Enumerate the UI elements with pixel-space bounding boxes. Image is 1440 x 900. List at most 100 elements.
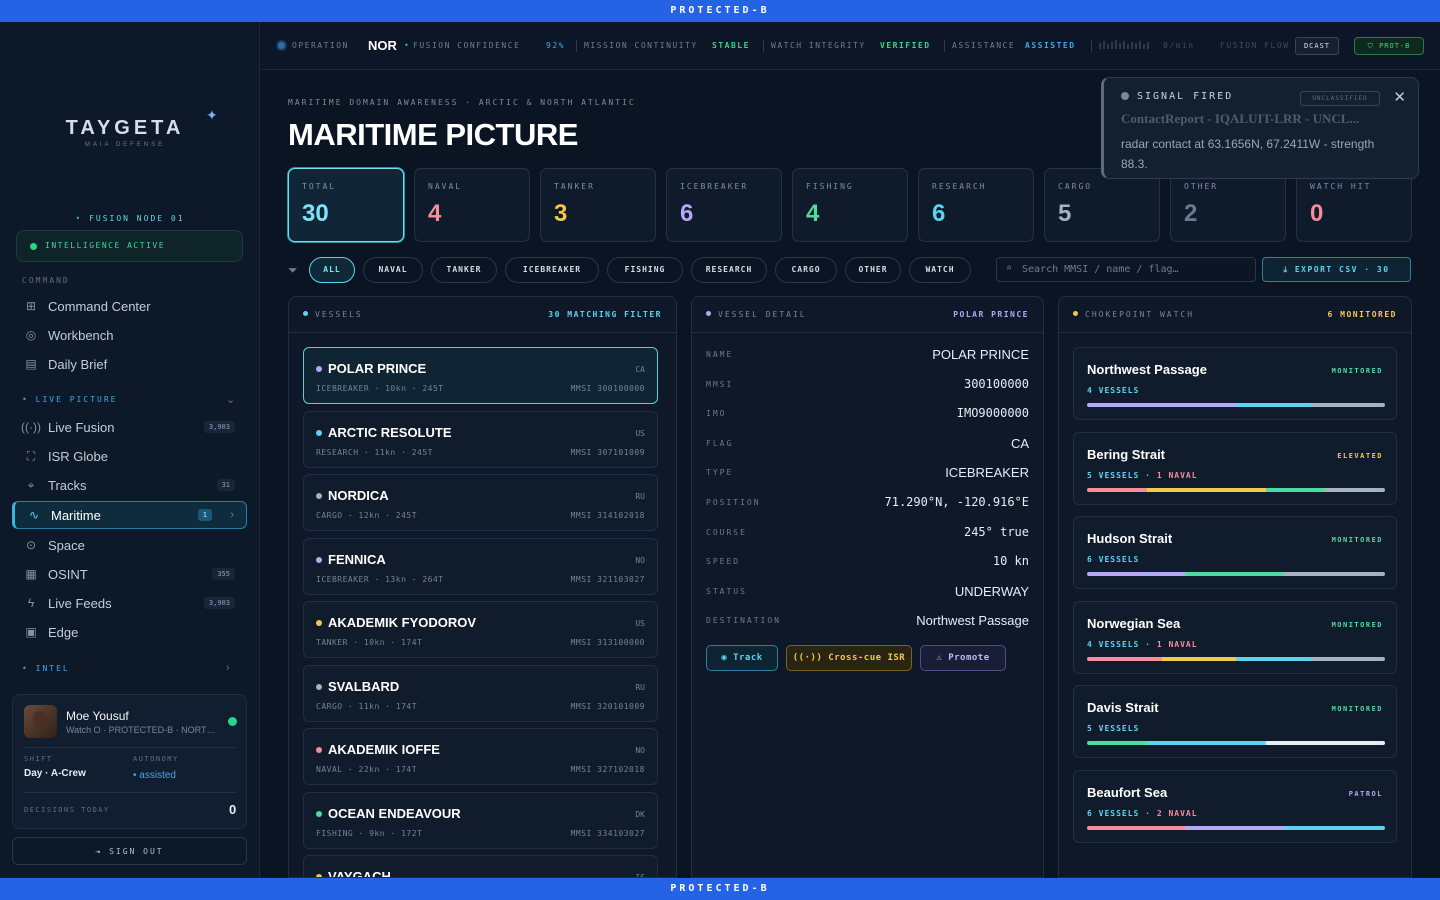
cross-cue-isr-button[interactable]: ((·)) Cross-cue ISR: [786, 645, 912, 671]
chokepoint-card[interactable]: Norwegian Sea MONITORED 4 VESSELS · 1 NAVA…: [1073, 600, 1397, 674]
avatar[interactable]: [24, 705, 57, 738]
vessel-type-dot-icon: [316, 810, 322, 817]
download-icon: ⤓: [1283, 265, 1289, 274]
filter-chip-fishing[interactable]: FISHING: [607, 257, 683, 283]
vessel-meta: ICEBREAKER · 10kn · 245T: [316, 384, 444, 393]
brand-logo[interactable]: TAYGETA MAIA DEFENSE ✦: [0, 107, 250, 148]
filter-chip-cargo[interactable]: CARGO: [775, 257, 837, 283]
section-live-picture[interactable]: • LIVE PICTURE: [22, 395, 117, 404]
sidebar-item-label: Maritime: [51, 507, 101, 523]
sign-out-button[interactable]: ⇥ SIGN OUT: [12, 837, 247, 865]
vessel-mmsi: MMSI 334103027: [570, 828, 645, 838]
filter-chip-all[interactable]: ALL: [309, 257, 355, 283]
filter-chip-watch[interactable]: WATCH: [909, 257, 971, 283]
operation-dot-icon: [278, 42, 285, 49]
composition-segment: [1265, 487, 1326, 492]
vessel-list-item[interactable]: AKADEMIK FYODOROV US TANKER · 10kn · 174T M…: [303, 601, 658, 658]
bolt-icon: ϟ: [27, 596, 35, 610]
stat-card-watch-hit[interactable]: WATCH HIT 0: [1296, 168, 1412, 242]
chokepoint-card[interactable]: Northwest Passage MONITORED 4 VESSELS: [1073, 347, 1397, 420]
chokepoint-card[interactable]: Bering Strait ELEVATED 5 VESSELS · 1 NAVAL: [1073, 431, 1397, 505]
chevron-right-icon[interactable]: ›: [226, 662, 245, 674]
signal-notification[interactable]: SIGNAL FIRED UNCLASSIFIED ✕ ContactRepor…: [1101, 77, 1419, 179]
vessel-mmsi: MMSI 321103027: [570, 574, 645, 584]
filter-icon[interactable]: ⏷: [288, 263, 298, 278]
vessel-list-item[interactable]: ARCTIC RESOLUTE US RESEARCH · 11kn · 245T M…: [303, 410, 658, 468]
sidebar-item-live-feeds[interactable]: ϟ Live Feeds 3,903: [12, 590, 247, 616]
sidebar-item-edge[interactable]: ▣ Edge: [12, 619, 247, 645]
chokepoint-vessel-summary: 4 VESSELS · 1 NAVAL: [1087, 640, 1198, 649]
filter-chip-tanker[interactable]: TANKER: [431, 257, 497, 283]
track-button[interactable]: ◉ Track: [706, 645, 778, 671]
fusion-node-text: FUSION NODE 01: [89, 214, 185, 223]
vessel-list-item[interactable]: SVALBARD RU CARGO · 11kn · 174T MMSI 320101…: [303, 664, 658, 722]
vessel-name-row: SVALBARD: [316, 679, 399, 694]
sidebar-item-maritime[interactable]: ∿ Maritime 1 ›: [12, 501, 247, 529]
pulse-icon: ∿: [28, 508, 40, 522]
chevron-down-icon[interactable]: ⌄: [226, 393, 245, 406]
close-icon[interactable]: ✕: [1393, 88, 1406, 106]
promote-button[interactable]: ⚠ Promote: [920, 645, 1006, 671]
document-icon: ▤: [25, 357, 37, 371]
vessel-name-row: POLAR PRINCE: [316, 361, 426, 376]
chokepoint-card[interactable]: Davis Strait MONITORED 5 VESSELS: [1073, 685, 1397, 759]
sidebar-item-isr-globe[interactable]: ⛶ ISR Globe: [12, 443, 247, 469]
stat-card-fishing[interactable]: FISHING 4: [792, 168, 908, 242]
stat-card-other[interactable]: OTHER 2: [1170, 168, 1286, 242]
stat-card-naval[interactable]: NAVAL 4: [414, 168, 530, 242]
stat-card-cargo[interactable]: CARGO 5: [1044, 168, 1160, 242]
sidebar-item-workbench[interactable]: ◎ Workbench: [12, 322, 247, 348]
decisions-label: DECISIONS TODAY: [24, 806, 110, 814]
sidebar-item-command-center[interactable]: ⊞ Command Center: [12, 293, 247, 319]
vessel-list-item[interactable]: NORDICA RU CARGO · 12kn · 245T MMSI 3141020…: [303, 474, 658, 531]
sidebar-item-osint[interactable]: ▦ OSINT 355: [12, 561, 247, 587]
chokepoint-vessel-summary: 5 VESSELS · 1 NAVAL: [1087, 471, 1198, 480]
search-placeholder: Search MMSI / name / flag…: [1022, 264, 1179, 275]
vessel-list-item[interactable]: OCEAN ENDEAVOUR DK FISHING · 9kn · 172T MMS…: [303, 791, 658, 849]
autonomy-value: • assisted: [133, 770, 176, 781]
filter-chip-research[interactable]: RESEARCH: [691, 257, 767, 283]
chokepoint-card[interactable]: Hudson Strait MONITORED 6 VESSELS: [1073, 516, 1397, 590]
vessel-list-item[interactable]: FENNICA NO ICEBREAKER · 13kn · 264T MMSI 32…: [303, 537, 658, 595]
composition-segment: [1185, 826, 1284, 830]
export-csv-button[interactable]: ⤓ EXPORT CSV · 30: [1262, 257, 1411, 282]
composition-segment: [1265, 741, 1385, 746]
sidebar-item-tracks[interactable]: ⌖ Tracks 31: [12, 472, 247, 498]
vessel-meta: CARGO · 12kn · 245T: [316, 511, 418, 520]
section-intel[interactable]: • INTEL: [22, 664, 70, 673]
vessel-meta: NAVAL · 22kn · 174T: [316, 765, 418, 774]
vessel-list-item[interactable]: AKADEMIK IOFFE NO NAVAL · 22kn · 174T MMSI …: [303, 728, 658, 785]
fusion-flow-rate: 0/min: [1163, 41, 1195, 50]
broadcast-toggle[interactable]: DCAST: [1295, 37, 1339, 55]
stat-value: 3: [554, 200, 568, 227]
sidebar-item-space[interactable]: ⊙ Space: [12, 532, 247, 558]
sidebar-item-label: Workbench: [48, 327, 114, 343]
chokepoint-name: Norwegian Sea: [1087, 615, 1181, 631]
chokepoint-panel-header: CHOKEPOINT WATCH 6 MONITORED: [1059, 297, 1411, 333]
vessel-list-item[interactable]: POLAR PRINCE CA ICEBREAKER · 10kn · 245T MM…: [303, 347, 658, 404]
chokepoint-card[interactable]: Beaufort Sea PATROL 6 VESSELS · 2 NAVAL: [1073, 770, 1397, 843]
chokepoint-panel-title: CHOKEPOINT WATCH: [1085, 310, 1195, 319]
classification-badge[interactable]: ⛉ PROT-B: [1354, 37, 1424, 55]
vessel-name-row: VAYGACH: [316, 869, 391, 877]
chokepoint-vessel-count: 4 VESSELS: [1087, 639, 1140, 649]
chokepoint-vessel-count: 5 VESSELS: [1087, 470, 1140, 480]
search-input[interactable]: ⌕ Search MMSI / name / flag…: [996, 257, 1256, 282]
composition-segment: [1283, 826, 1385, 830]
stat-card-tanker[interactable]: TANKER 3: [540, 168, 656, 242]
filter-chip-icebreaker[interactable]: ICEBREAKER: [505, 257, 599, 283]
filter-chip-other[interactable]: OTHER: [845, 257, 901, 283]
detail-key: TYPE: [706, 468, 734, 478]
sidebar-item-daily-brief[interactable]: ▤ Daily Brief: [12, 351, 247, 377]
vessel-list-item[interactable]: VAYGACH IS: [303, 855, 658, 877]
vessel-type-dot-icon: [316, 366, 322, 372]
user-card: Moe Yousuf Watch O · PROTECTED-B · NORTH…: [12, 694, 247, 829]
network-icon: ⛶: [26, 448, 36, 463]
stat-card-icebreaker[interactable]: ICEBREAKER 6: [666, 168, 782, 242]
stat-card-total[interactable]: TOTAL 30: [288, 168, 404, 242]
chokepoint-composition-bar: [1087, 572, 1385, 577]
sidebar-item-live-fusion[interactable]: ((·)) Live Fusion 3,903: [12, 414, 247, 440]
filter-chip-naval[interactable]: NAVAL: [363, 257, 423, 283]
chokepoint-naval-count: 1 NAVAL: [1156, 470, 1198, 480]
stat-card-research[interactable]: RESEARCH 6: [918, 168, 1034, 242]
